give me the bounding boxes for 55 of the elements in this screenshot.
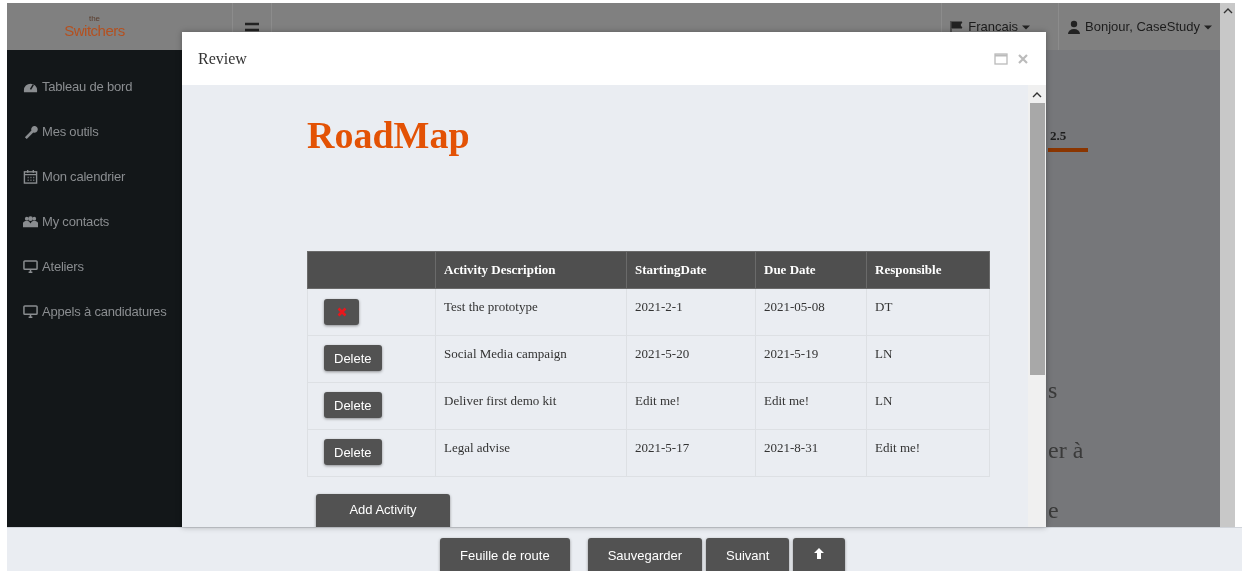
monitor-icon bbox=[23, 259, 38, 274]
sidebar-item[interactable]: Tableau de bord bbox=[7, 64, 182, 109]
column-header: Activity Description bbox=[435, 251, 627, 289]
close-icon bbox=[336, 307, 347, 317]
table-cell[interactable]: 2021-8-31 bbox=[755, 429, 867, 477]
delete-button[interactable]: Delete bbox=[324, 392, 382, 418]
page-text: e bbox=[1048, 497, 1059, 524]
user-icon bbox=[1067, 19, 1082, 34]
scrollbar[interactable] bbox=[1220, 3, 1235, 527]
add-activity-button[interactable]: Add Activity bbox=[316, 494, 450, 527]
table-cell[interactable]: 2021-2-1 bbox=[626, 288, 756, 336]
table-cell[interactable]: 2021-5-17 bbox=[626, 429, 756, 477]
monitor-icon bbox=[23, 304, 38, 319]
footer-button[interactable]: Sauvegarder bbox=[587, 538, 703, 571]
table-cell[interactable]: LN bbox=[866, 382, 990, 430]
delete-button[interactable] bbox=[324, 299, 359, 325]
page-heading: RoadMap bbox=[307, 113, 471, 157]
table-cell[interactable]: Edit me! bbox=[755, 382, 867, 430]
menu-icon[interactable] bbox=[245, 20, 259, 33]
table-cell[interactable]: Edit me! bbox=[626, 382, 756, 430]
scroll-up-icon[interactable] bbox=[1032, 91, 1042, 99]
column-header: Responsible bbox=[866, 251, 990, 289]
table-cell[interactable]: 2021-5-19 bbox=[755, 335, 867, 383]
table-cell[interactable]: Test the prototype bbox=[435, 288, 627, 336]
table-cell[interactable]: LN bbox=[866, 335, 990, 383]
page-text: s bbox=[1048, 377, 1058, 404]
table-cell[interactable]: Edit me! bbox=[866, 429, 990, 477]
sidebar-item[interactable]: Appels à candidatures bbox=[7, 289, 182, 334]
table-cell[interactable]: Social Media campaign bbox=[435, 335, 627, 383]
page-text: er à bbox=[1048, 437, 1084, 464]
table-cell[interactable]: Deliver first demo kit bbox=[435, 382, 627, 430]
sidebar-item[interactable]: Mes outils bbox=[7, 109, 182, 154]
table-cell[interactable]: Legal advise bbox=[435, 429, 627, 477]
arrow-up-icon bbox=[813, 547, 826, 560]
footer-button[interactable]: Feuille de route bbox=[440, 538, 570, 571]
calendar-icon bbox=[23, 169, 38, 184]
table-cell[interactable]: 2021-5-20 bbox=[626, 335, 756, 383]
flag-icon bbox=[950, 19, 965, 34]
column-header: StartingDate bbox=[626, 251, 756, 289]
scrollbar[interactable] bbox=[1028, 85, 1046, 527]
delete-button[interactable]: Delete bbox=[324, 345, 382, 371]
footer-button[interactable]: Suivant bbox=[706, 538, 790, 571]
sidebar-item[interactable]: My contacts bbox=[7, 199, 182, 244]
table-cell[interactable]: 2021-05-08 bbox=[755, 288, 867, 336]
scroll-up-icon[interactable] bbox=[1222, 6, 1233, 16]
users-icon bbox=[23, 214, 38, 229]
table-cell[interactable]: DT bbox=[866, 288, 990, 336]
scroll-top-button[interactable] bbox=[793, 538, 846, 571]
dialog-title: Review bbox=[198, 49, 247, 68]
sidebar-item[interactable]: Ateliers bbox=[7, 244, 182, 289]
sidebar-item[interactable]: Mon calendrier bbox=[7, 154, 182, 199]
maximize-icon[interactable] bbox=[994, 51, 1008, 66]
column-header: Due Date bbox=[755, 251, 867, 289]
close-icon[interactable] bbox=[1016, 51, 1030, 66]
delete-button[interactable]: Delete bbox=[324, 439, 382, 465]
